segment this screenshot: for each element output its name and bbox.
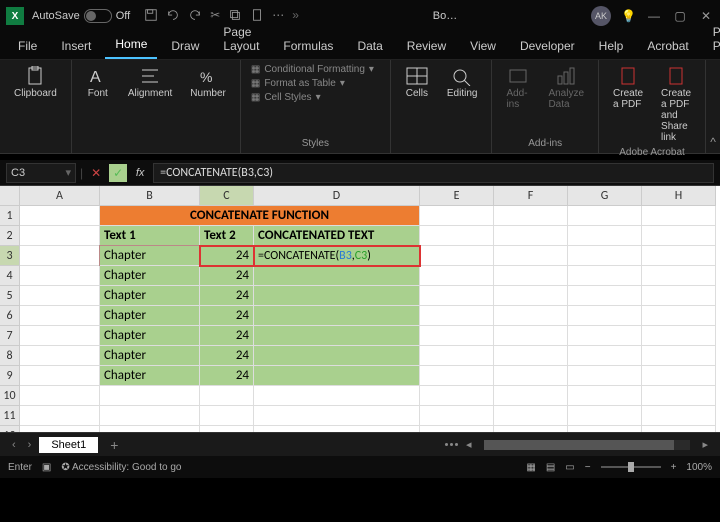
doc-title: Bo… <box>307 10 583 22</box>
sheet-tab[interactable]: Sheet1 <box>39 437 98 453</box>
zoom-level[interactable]: 100% <box>686 462 712 473</box>
row-header[interactable]: 7 <box>0 326 20 346</box>
styles-group-label: Styles <box>251 136 380 149</box>
col-header[interactable]: C <box>200 186 254 206</box>
menu-review[interactable]: Review <box>397 33 456 59</box>
maximize-button[interactable]: ▢ <box>672 8 688 24</box>
toggle-off-icon[interactable] <box>84 9 112 23</box>
active-cell[interactable]: 24 <box>200 246 254 266</box>
view-normal-icon[interactable]: ▦ <box>526 462 535 473</box>
qat-more-icon[interactable]: ⋯ <box>272 8 284 25</box>
macro-record-icon[interactable]: ▣ <box>42 462 51 473</box>
redo-icon[interactable] <box>188 8 202 25</box>
spreadsheet-grid[interactable]: A B C D E F G H 1 CONCATENATE FUNCTION 2… <box>0 186 720 432</box>
ribbon-cell-styles[interactable]: ▦ Cell Styles ▾ <box>251 92 380 103</box>
svg-text:%: % <box>200 69 212 85</box>
row-header[interactable]: 3 <box>0 246 20 266</box>
menu-data[interactable]: Data <box>347 33 392 59</box>
ribbon-number[interactable]: %Number <box>186 64 230 101</box>
menu-acrobat[interactable]: Acrobat <box>637 33 698 59</box>
autosave-toggle[interactable]: AutoSave Off <box>32 9 130 23</box>
row-header[interactable]: 8 <box>0 346 20 366</box>
header-cell[interactable]: CONCATENATED TEXT <box>254 226 420 246</box>
menu-file[interactable]: File <box>8 33 47 59</box>
scroll-right-icon[interactable]: ▸ <box>702 438 708 451</box>
row-header[interactable]: 12 <box>0 426 20 432</box>
view-break-icon[interactable]: ▭ <box>565 462 574 473</box>
row-header[interactable]: 4 <box>0 266 20 286</box>
avatar[interactable]: AK <box>591 6 611 26</box>
col-header[interactable]: D <box>254 186 420 206</box>
enter-icon[interactable]: ✓ <box>109 164 127 182</box>
name-box[interactable]: C3▾ <box>6 163 76 183</box>
tab-menu-icon[interactable] <box>445 443 458 446</box>
row-header[interactable]: 1 <box>0 206 20 226</box>
menu-draw[interactable]: Draw <box>161 33 209 59</box>
scroll-left-icon[interactable]: ◂ <box>466 438 472 451</box>
col-header[interactable]: H <box>642 186 716 206</box>
header-cell[interactable]: Text 2 <box>200 226 254 246</box>
excel-logo: X <box>6 7 24 25</box>
lightbulb-icon[interactable]: 💡 <box>621 9 636 23</box>
col-header[interactable]: G <box>568 186 642 206</box>
ribbon-alignment[interactable]: Alignment <box>124 64 176 101</box>
view-page-icon[interactable]: ▤ <box>546 462 555 473</box>
collapse-ribbon-icon[interactable]: ^ <box>706 60 720 153</box>
header-cell[interactable]: Text 1 <box>100 226 200 246</box>
col-header[interactable]: E <box>420 186 494 206</box>
row-header[interactable]: 9 <box>0 366 20 386</box>
menu-power-pivot[interactable]: Power Pivot <box>703 19 720 59</box>
menu-developer[interactable]: Developer <box>510 33 585 59</box>
cancel-icon[interactable]: ✕ <box>87 164 105 182</box>
row-header[interactable]: 6 <box>0 306 20 326</box>
save-icon[interactable] <box>144 8 158 25</box>
add-sheet-button[interactable]: + <box>102 437 126 453</box>
menu-home[interactable]: Home <box>105 31 157 59</box>
select-all[interactable] <box>0 186 20 206</box>
svg-text:A: A <box>90 69 101 86</box>
status-mode: Enter <box>8 462 32 473</box>
cell[interactable] <box>20 206 100 226</box>
ribbon-share-pdf[interactable]: Create a PDF and Share link <box>657 64 695 145</box>
menu-page-layout[interactable]: Page Layout <box>213 19 269 59</box>
tab-next-icon[interactable]: › <box>24 439 36 451</box>
ribbon-create-pdf[interactable]: Create a PDF <box>609 64 647 112</box>
row-header[interactable]: 2 <box>0 226 20 246</box>
minimize-button[interactable]: — <box>646 8 662 24</box>
zoom-out-icon[interactable]: − <box>585 462 591 473</box>
addins-group-label: Add-ins <box>502 136 588 149</box>
fx-icon[interactable]: fx <box>131 164 149 182</box>
row-header[interactable]: 10 <box>0 386 20 406</box>
menu-help[interactable]: Help <box>589 33 634 59</box>
menu-formulas[interactable]: Formulas <box>273 33 343 59</box>
col-header[interactable]: A <box>20 186 100 206</box>
row-header[interactable]: 11 <box>0 406 20 426</box>
tab-prev-icon[interactable]: ‹ <box>8 439 20 451</box>
ribbon-analyze-data[interactable]: Analyze Data <box>544 64 588 112</box>
col-header[interactable]: B <box>100 186 200 206</box>
zoom-slider[interactable] <box>601 466 661 468</box>
ribbon-editing[interactable]: Editing <box>443 64 482 101</box>
formula-input[interactable]: =CONCATENATE(B3,C3) <box>153 163 714 183</box>
col-header[interactable]: F <box>494 186 568 206</box>
ribbon-addins[interactable]: Add-ins <box>502 64 534 112</box>
row-header[interactable]: 5 <box>0 286 20 306</box>
ribbon-cond-format[interactable]: ▦ Conditional Formatting ▾ <box>251 64 380 75</box>
menu-view[interactable]: View <box>460 33 506 59</box>
ribbon-cells[interactable]: Cells <box>401 64 433 101</box>
zoom-in-icon[interactable]: + <box>671 462 677 473</box>
title-cell[interactable]: CONCATENATE FUNCTION <box>100 206 420 226</box>
ribbon-font[interactable]: AFont <box>82 64 114 101</box>
acrobat-group-label: Adobe Acrobat <box>609 145 695 158</box>
ribbon-format-table[interactable]: ▦ Format as Table ▾ <box>251 78 380 89</box>
undo-icon[interactable] <box>166 8 180 25</box>
cell[interactable]: Chapter <box>100 246 200 266</box>
menu-insert[interactable]: Insert <box>51 33 101 59</box>
formula-cell[interactable]: =CONCATENATE(B3,C3) <box>254 246 420 266</box>
accessibility-status[interactable]: ✪ Accessibility: Good to go <box>61 462 181 473</box>
ribbon-clipboard[interactable]: Clipboard <box>10 64 61 101</box>
h-scrollbar[interactable] <box>484 440 691 450</box>
